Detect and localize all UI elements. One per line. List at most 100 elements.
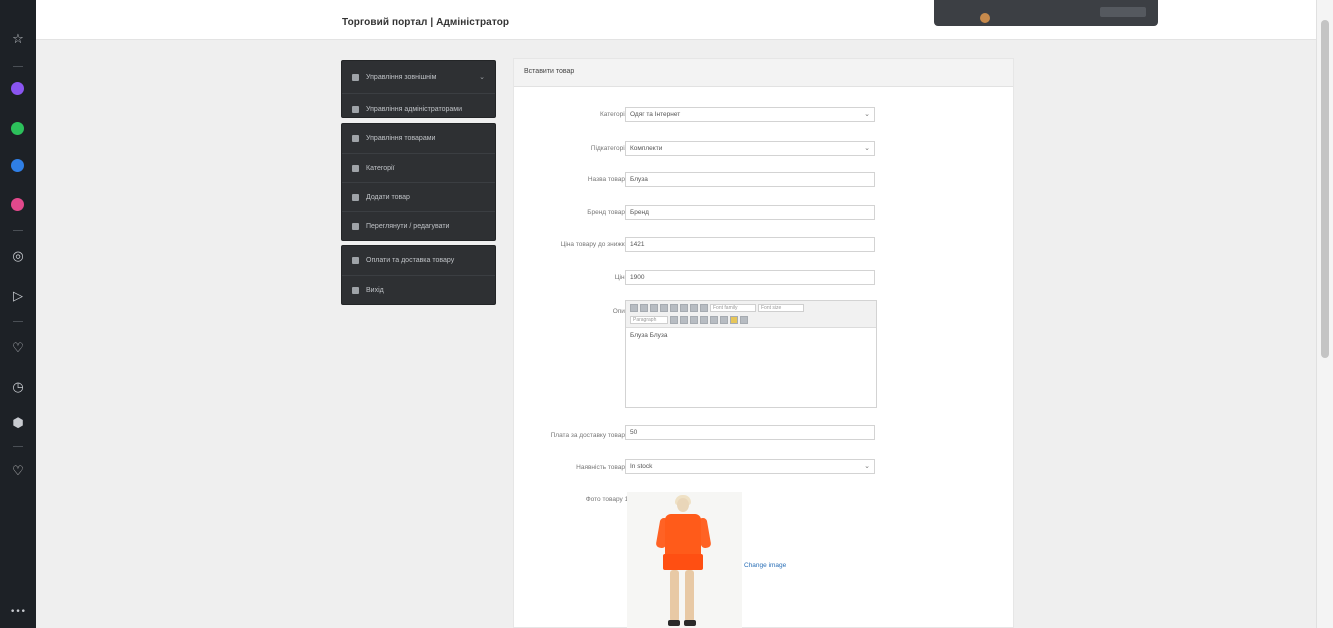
menu-item-logout[interactable]: Вихід — [342, 275, 495, 304]
category-value: Одяг та Інтернет — [630, 111, 681, 118]
menu-group-3: Оплати та доставка товару Вихід — [341, 245, 496, 305]
delivery-label: Плата за доставку товару: — [550, 432, 630, 439]
font-size-select[interactable]: Font size — [758, 304, 804, 312]
undo-icon[interactable] — [670, 316, 678, 324]
page-title: Торговий портал | Адміністратор — [342, 17, 510, 28]
menu-item-external[interactable]: Управління зовнішнім ⌄ — [342, 61, 495, 93]
photo-shoe — [668, 620, 680, 626]
photo-label: Фото товару 1: — [585, 496, 630, 503]
rail-divider — [13, 66, 23, 67]
menu-item-admins[interactable]: Управління адміністраторами — [342, 93, 495, 125]
menu-item-label: Управління адміністраторами — [366, 106, 463, 113]
rail-divider — [13, 230, 23, 231]
screen-share-overlay — [934, 0, 1158, 26]
heart-notification-icon[interactable]: ♡ — [9, 462, 27, 480]
menu-item-products[interactable]: Управління товарами — [342, 124, 495, 153]
color-icon[interactable] — [730, 316, 738, 324]
instagram-icon[interactable] — [11, 198, 24, 211]
redo-icon[interactable] — [680, 316, 688, 324]
availability-select[interactable]: In stock ⌄ — [625, 459, 875, 474]
title-label: Назва товару: — [587, 176, 630, 183]
overlay-button[interactable] — [1100, 7, 1146, 17]
menu-item-label: Додати товар — [366, 193, 410, 201]
availability-value: In stock — [630, 463, 653, 470]
photo-shirt — [665, 514, 701, 556]
avatar — [980, 13, 990, 23]
image-icon[interactable] — [710, 316, 718, 324]
chevron-down-icon: ⌄ — [479, 74, 485, 81]
code-icon[interactable] — [720, 316, 728, 324]
page-scrollbar[interactable] — [1316, 0, 1333, 628]
title-input[interactable]: Блуза — [625, 172, 875, 187]
chevron-down-icon: ⌄ — [864, 111, 870, 118]
subcategory-select[interactable]: Комплекти ⌄ — [625, 141, 875, 156]
menu-item-label: Вихід — [366, 286, 384, 294]
align-center-icon[interactable] — [670, 304, 678, 312]
insert-product-panel: Вставити товар Категорія: Одяг та Інтерн… — [513, 58, 1014, 628]
rail-divider — [13, 321, 23, 322]
photo-leg — [670, 570, 679, 622]
paragraph-select[interactable]: Paragraph — [630, 316, 668, 324]
heart-icon[interactable]: ♡ — [9, 339, 27, 357]
scrollbar-thumb[interactable] — [1321, 20, 1329, 358]
editor-toolbar: Font family Font size Paragraph — [626, 301, 876, 328]
description-editor[interactable]: Font family Font size Paragraph Блуза Бл… — [625, 300, 877, 408]
italic-icon[interactable] — [640, 304, 648, 312]
photo-leg — [685, 570, 694, 622]
underline-icon[interactable] — [650, 304, 658, 312]
price-before-input[interactable]: 1421 — [625, 237, 875, 252]
photo-shoe — [684, 620, 696, 626]
chevron-down-icon: ⌄ — [864, 463, 870, 470]
menu-item-label: Управління товарами — [366, 135, 436, 142]
menu-item-view-edit[interactable]: Переглянути / редагувати — [342, 211, 495, 240]
photo-head — [677, 498, 689, 512]
brand-input[interactable]: Бренд — [625, 205, 875, 220]
align-right-icon[interactable] — [680, 304, 688, 312]
menu-item-label: Переглянути / редагувати — [366, 222, 450, 230]
menu-item-payment-delivery[interactable]: Оплати та доставка товару — [342, 246, 495, 275]
whatsapp-icon[interactable] — [11, 122, 24, 135]
menu-item-icon — [352, 193, 359, 201]
bold-icon[interactable] — [630, 304, 638, 312]
editor-body[interactable]: Блуза Блуза — [626, 328, 876, 343]
align-left-icon[interactable] — [660, 304, 668, 312]
chevron-down-icon: ⌄ — [864, 145, 870, 152]
menu-item-icon — [352, 222, 359, 230]
menu-item-label: Оплати та доставка товару — [366, 257, 455, 264]
menu-item-categories[interactable]: Категорії — [342, 153, 495, 182]
change-image-link[interactable]: Change image — [744, 562, 786, 569]
menu-item-icon — [352, 257, 359, 264]
star-icon[interactable]: ☆ — [9, 30, 27, 48]
more-icon[interactable]: ••• — [9, 603, 27, 621]
cube-icon[interactable]: ⬢ — [9, 414, 27, 432]
delivery-input[interactable]: 50 — [625, 425, 875, 440]
product-photo — [627, 492, 742, 628]
menu-group-1: Управління зовнішнім ⌄ Управління адміні… — [341, 60, 496, 118]
telegram-icon[interactable] — [11, 159, 24, 172]
clock-icon[interactable]: ◷ — [9, 378, 27, 396]
align-justify-icon[interactable] — [690, 304, 698, 312]
target-icon[interactable]: ◎ — [9, 247, 27, 265]
brand-label: Бренд товару: — [587, 209, 630, 216]
subcategory-value: Комплекти — [630, 145, 663, 152]
unlink-icon[interactable] — [700, 316, 708, 324]
photo-shorts — [663, 554, 703, 570]
messenger-icon[interactable] — [11, 82, 24, 95]
rail-divider — [13, 446, 23, 447]
font-family-select[interactable]: Font family — [710, 304, 756, 312]
menu-item-label: Управління зовнішнім — [366, 73, 437, 81]
list-icon[interactable] — [700, 304, 708, 312]
menu-item-icon — [352, 286, 359, 294]
category-select[interactable]: Одяг та Інтернет ⌄ — [625, 107, 875, 122]
menu-item-add-product[interactable]: Додати товар — [342, 182, 495, 211]
menu-item-label: Категорії — [366, 164, 395, 172]
help-icon[interactable] — [740, 316, 748, 324]
link-icon[interactable] — [690, 316, 698, 324]
send-icon[interactable]: ▷ — [9, 287, 27, 305]
price-input[interactable]: 1900 — [625, 270, 875, 285]
menu-item-icon — [352, 164, 359, 172]
panel-title: Вставити товар — [514, 59, 1013, 87]
availability-label: Наявність товару: — [576, 464, 630, 471]
menu-item-icon — [352, 106, 359, 113]
menu-item-icon — [352, 135, 359, 142]
